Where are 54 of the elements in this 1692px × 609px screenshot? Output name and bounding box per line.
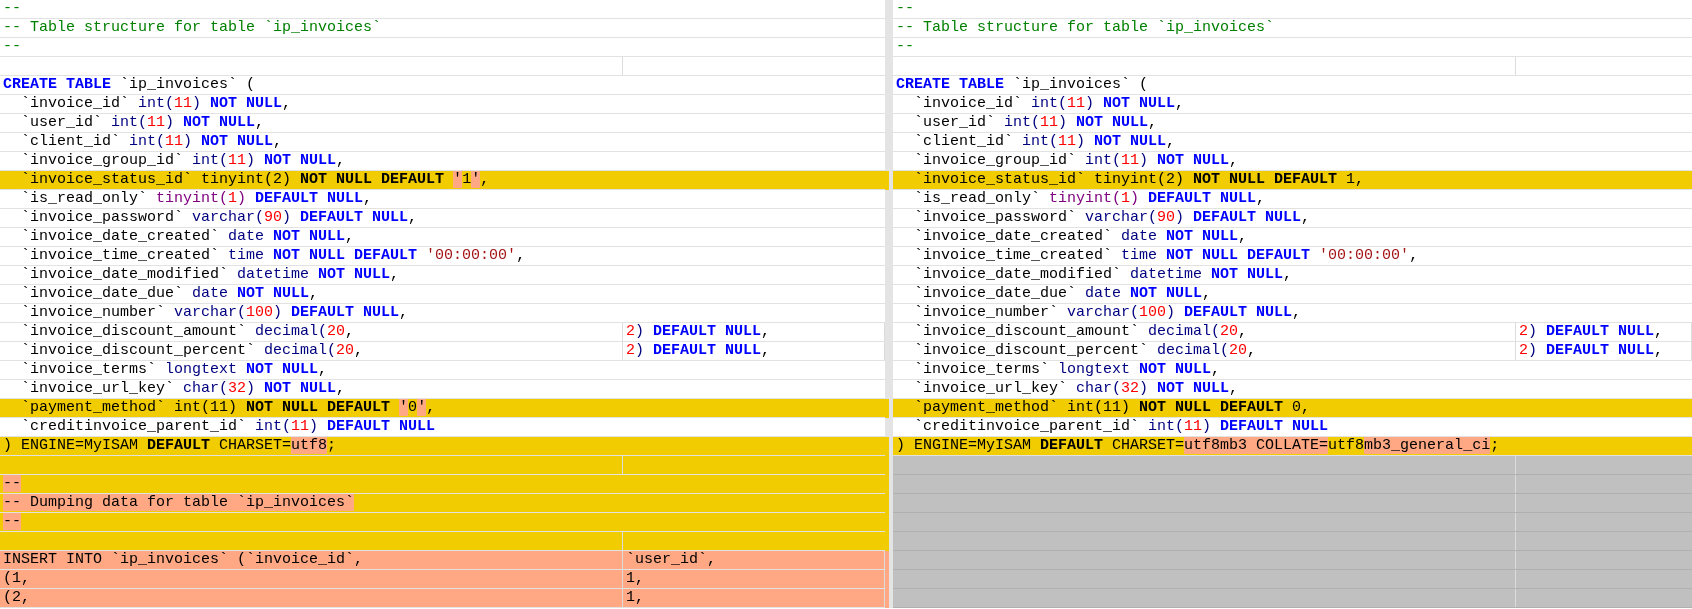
- code-cell-text: -- Table structure for table `ip_invoices`: [895, 19, 1276, 37]
- code-cell-text: `invoice_date_due` date NOT NULL,: [20, 285, 320, 303]
- code-cell-text: ) ENGINE=MyISAM DEFAULT CHARSET=utf8mb3 COLLATE=utf8mb3_general_ci;: [895, 437, 1501, 455]
- code-cell-text: -- Dumping data for table `ip_invoices`: [2, 494, 356, 512]
- code-cell-text: `invoice_terms` longtext NOT NULL,: [20, 361, 329, 379]
- code-cell-text: `is_read_only` tinyint(1) DEFAULT NULL,: [20, 190, 374, 208]
- code-cell: `invoice_discount_percent` decimal(20,: [893, 342, 1516, 360]
- code-cell-text: `user_id` int(11) NOT NULL,: [20, 114, 266, 132]
- code-cell-text: `invoice_group_id` int(11) NOT NULL,: [913, 152, 1240, 170]
- code-cell-text: `invoice_id` int(11) NOT NULL,: [20, 95, 293, 113]
- code-cell-text: `user_id` int(11) NOT NULL,: [913, 114, 1159, 132]
- code-cell-text: `invoice_group_id` int(11) NOT NULL,: [20, 152, 347, 170]
- code-cell-text: `invoice_status_id` tinyint(2) NOT NULL DEFAULT 1,: [913, 171, 1366, 189]
- code-cell: 2) DEFAULT NULL,: [1516, 342, 1692, 360]
- code-cell-text: ) ENGINE=MyISAM DEFAULT CHARSET=utf8;: [2, 437, 338, 455]
- code-cell-text: `invoice_status_id` tinyint(2) NOT NULL DEFAULT '1',: [20, 171, 491, 189]
- code-cell-text: CREATE TABLE `ip_invoices` (: [895, 76, 1150, 94]
- code-cell-text: `invoice_url_key` char(32) NOT NULL,: [20, 380, 347, 398]
- code-cell-text: `invoice_terms` longtext NOT NULL,: [913, 361, 1222, 379]
- code-cell-text: `invoice_password` varchar(90) DEFAULT NULL,: [20, 209, 419, 227]
- code-cell-text: `client_id` int(11) NOT NULL,: [20, 133, 284, 151]
- code-cell-text: `invoice_time_created` time NOT NULL DEFAULT '00:00:00',: [913, 247, 1420, 265]
- code-cell: `invoice_discount_amount` decimal(20,: [893, 323, 1516, 341]
- code-cell-text: CREATE TABLE `ip_invoices` (: [2, 76, 257, 94]
- code-cell: (2,: [0, 589, 623, 607]
- code-cell-text: `invoice_date_modified` datetime NOT NULL,: [20, 266, 401, 284]
- code-cell: INSERT INTO `ip_invoices` (`invoice_id`,: [0, 551, 623, 569]
- code-cell: 2) DEFAULT NULL,: [1516, 323, 1692, 341]
- code-cell-text: --: [895, 0, 915, 18]
- code-cell-text: `creditinvoice_parent_id` int(11) DEFAULT NULL: [20, 418, 437, 436]
- code-cell-text: --: [2, 38, 22, 56]
- code-cell-text: `creditinvoice_parent_id` int(11) DEFAULT NULL: [913, 418, 1330, 436]
- code-cell-text: `invoice_number` varchar(100) DEFAULT NULL,: [913, 304, 1303, 322]
- code-cell-text: --: [2, 475, 23, 493]
- code-cell-text: `invoice_number` varchar(100) DEFAULT NULL,: [20, 304, 410, 322]
- code-cell-text: `invoice_url_key` char(32) NOT NULL,: [913, 380, 1240, 398]
- code-cell: `invoice_discount_amount` decimal(20,: [0, 323, 623, 341]
- code-cell-text: `invoice_time_created` time NOT NULL DEFAULT '00:00:00',: [20, 247, 527, 265]
- code-cell: `invoice_discount_percent` decimal(20,: [0, 342, 623, 360]
- code-cell-text: `is_read_only` tinyint(1) DEFAULT NULL,: [913, 190, 1267, 208]
- code-cell-text: `invoice_date_modified` datetime NOT NULL,: [913, 266, 1294, 284]
- code-cell-text: --: [2, 513, 23, 531]
- code-cell-text: `invoice_date_created` date NOT NULL,: [20, 228, 356, 246]
- code-cell-text: `payment_method` int(11) NOT NULL DEFAULT '0',: [20, 399, 437, 417]
- code-cell-text: -- Table structure for table `ip_invoices`: [2, 19, 383, 37]
- code-cell-text: `invoice_date_due` date NOT NULL,: [913, 285, 1213, 303]
- code-cell-text: --: [895, 38, 915, 56]
- code-cell-text: `client_id` int(11) NOT NULL,: [913, 133, 1177, 151]
- code-cell-text: `invoice_id` int(11) NOT NULL,: [913, 95, 1186, 113]
- code-cell-text: --: [2, 0, 22, 18]
- code-cell-text: `invoice_password` varchar(90) DEFAULT NULL,: [913, 209, 1312, 227]
- code-cell-text: `payment_method` int(11) NOT NULL DEFAULT 0,: [913, 399, 1312, 417]
- code-cell: (1,: [0, 570, 623, 588]
- code-cell-text: `invoice_date_created` date NOT NULL,: [913, 228, 1249, 246]
